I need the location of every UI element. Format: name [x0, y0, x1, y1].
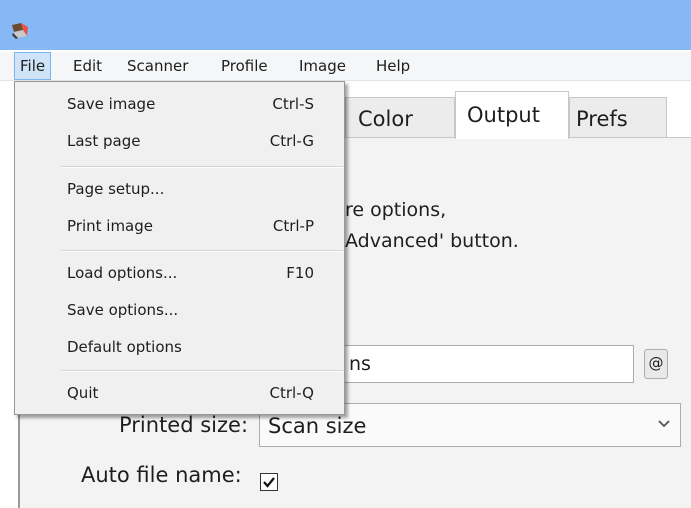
menu-separator	[61, 166, 343, 168]
menu-item-label: Print image	[67, 217, 153, 235]
filename-input[interactable]: ns	[340, 345, 634, 383]
file-menu-dropdown: Save image Ctrl-S Last page Ctrl-G Page …	[14, 81, 345, 415]
printed-size-value: Scan size	[268, 414, 367, 438]
info-text-line-2: Advanced' button.	[345, 230, 519, 252]
menu-scanner[interactable]: Scanner	[121, 52, 194, 80]
menu-item-save-options[interactable]: Save options...	[15, 296, 344, 326]
menu-item-label: Save options...	[67, 301, 179, 319]
menu-item-label: Save image	[67, 95, 156, 113]
menu-item-last-page[interactable]: Last page Ctrl-G	[15, 127, 344, 157]
menu-item-label: Default options	[67, 338, 182, 356]
menu-item-shortcut: Ctrl-P	[272, 217, 314, 235]
filename-tokens-button[interactable]: @	[644, 349, 668, 379]
menu-item-shortcut: Ctrl-S	[272, 95, 314, 113]
menu-item-load-options[interactable]: Load options... F10	[15, 259, 344, 289]
menu-item-label: Page setup...	[67, 180, 165, 198]
auto-file-name-label: Auto file name:	[81, 463, 242, 487]
title-bar[interactable]	[0, 0, 691, 50]
menu-item-save-image[interactable]: Save image Ctrl-S	[15, 90, 344, 120]
menu-item-default-options[interactable]: Default options	[15, 333, 344, 363]
menu-item-label: Quit	[67, 384, 99, 402]
menu-item-shortcut: Ctrl-G	[269, 132, 314, 150]
menu-help[interactable]: Help	[370, 52, 416, 80]
menu-profile[interactable]: Profile	[215, 52, 274, 80]
menu-edit[interactable]: Edit	[67, 52, 108, 80]
menu-bar: File Edit Scanner Profile Image Help	[0, 52, 691, 81]
menu-separator	[61, 250, 343, 252]
tab-color[interactable]: Color	[345, 97, 455, 137]
tab-output[interactable]: Output	[455, 91, 569, 139]
menu-item-quit[interactable]: Quit Ctrl-Q	[15, 379, 344, 409]
tab-prefs[interactable]: Prefs	[569, 97, 667, 137]
menu-file[interactable]: File	[14, 52, 52, 80]
menu-item-print-image[interactable]: Print image Ctrl-P	[15, 212, 344, 242]
menu-image[interactable]: Image	[293, 52, 352, 80]
menu-item-label: Last page	[67, 132, 141, 150]
auto-file-name-checkbox[interactable]	[260, 473, 278, 491]
scanner-app-icon[interactable]	[10, 22, 30, 40]
info-text-line-1: re options,	[345, 199, 447, 221]
chevron-down-icon	[658, 420, 670, 428]
menu-item-shortcut: Ctrl-Q	[269, 384, 314, 402]
menu-item-shortcut: F10	[286, 264, 314, 282]
checkmark-icon	[263, 477, 275, 488]
menu-separator	[61, 370, 343, 372]
menu-item-label: Load options...	[67, 264, 178, 282]
menu-item-page-setup[interactable]: Page setup...	[15, 175, 344, 205]
printed-size-label: Printed size:	[119, 413, 249, 437]
